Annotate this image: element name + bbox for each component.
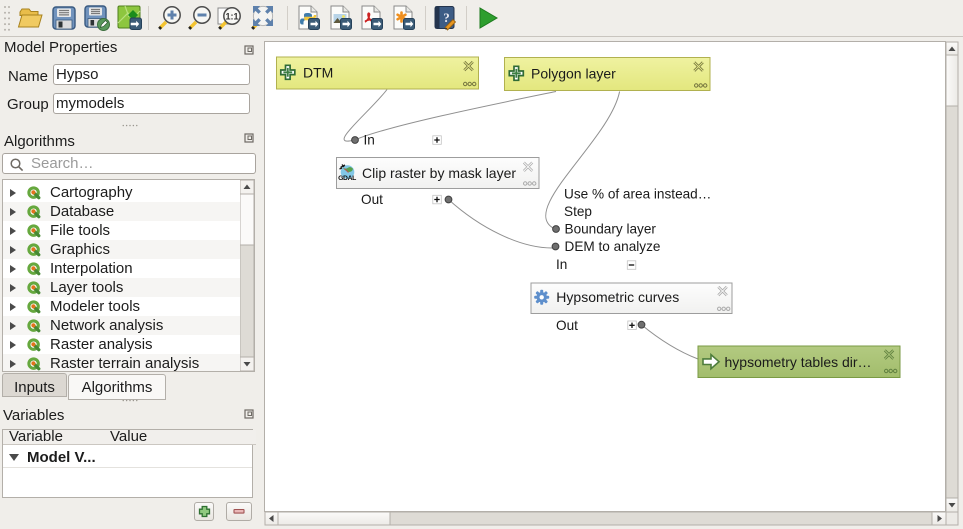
svg-text:1:1: 1:1 <box>225 12 238 22</box>
svg-text:?: ? <box>443 10 450 25</box>
